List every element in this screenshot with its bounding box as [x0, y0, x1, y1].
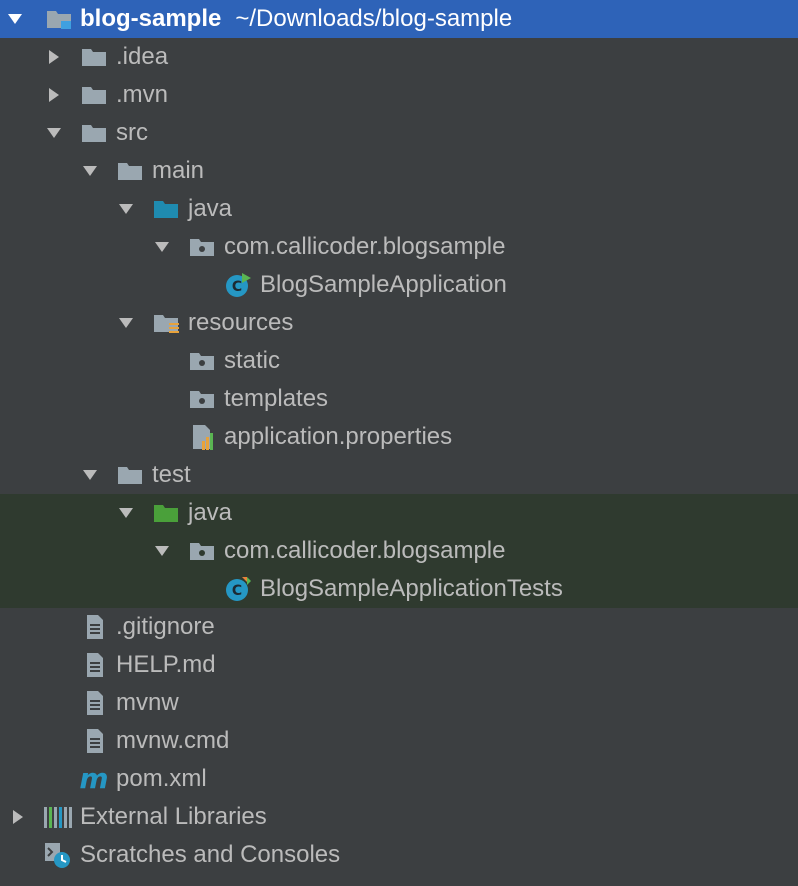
tree-row-test-class[interactable]: C BlogSampleApplicationTests	[0, 570, 798, 608]
tree-row-main-package[interactable]: com.callicoder.blogsample	[0, 228, 798, 266]
folder-icon	[187, 380, 217, 418]
project-tree: blog-sample ~/Downloads/blog-sample .idea…	[0, 0, 798, 886]
tree-label: static	[224, 347, 281, 374]
tree-row-static[interactable]: static	[0, 342, 798, 380]
properties-file-icon	[187, 418, 217, 456]
chevron-down-icon[interactable]	[80, 456, 100, 494]
tree-row-gitignore[interactable]: .gitignore	[0, 608, 798, 646]
tree-label: mvnw.cmd	[116, 727, 230, 754]
tree-label: java	[188, 499, 233, 526]
tree-row-resources[interactable]: resources	[0, 304, 798, 342]
chevron-down-icon[interactable]	[44, 114, 64, 152]
text-file-icon	[79, 684, 109, 722]
chevron-right-icon[interactable]	[44, 38, 64, 76]
tree-label: .mvn	[116, 81, 169, 108]
tree-label: test	[152, 461, 191, 488]
resources-folder-icon	[151, 304, 181, 342]
tree-row-pom[interactable]: m pom.xml	[0, 760, 798, 798]
chevron-down-icon[interactable]	[152, 228, 172, 266]
tree-label: com.callicoder.blogsample	[224, 537, 506, 564]
folder-icon	[115, 456, 145, 494]
tree-label: application.properties	[224, 423, 453, 450]
folder-icon	[79, 114, 109, 152]
tree-label: templates	[224, 385, 329, 412]
folder-icon	[79, 38, 109, 76]
tree-label: BlogSampleApplication	[260, 271, 507, 298]
tree-row-main[interactable]: main	[0, 152, 798, 190]
maven-icon: m	[79, 760, 109, 798]
tree-row-mvnw[interactable]: mvnw	[0, 684, 798, 722]
package-icon	[187, 532, 217, 570]
chevron-down-icon[interactable]	[116, 304, 136, 342]
scratches-icon	[43, 836, 73, 874]
tree-label: Scratches and Consoles	[80, 841, 341, 868]
tree-label: com.callicoder.blogsample	[224, 233, 506, 260]
tree-label: HELP.md	[116, 651, 216, 678]
tree-label: resources	[188, 309, 294, 336]
folder-icon	[79, 76, 109, 114]
tree-label: mvnw	[116, 689, 179, 716]
svg-text:m: m	[79, 762, 108, 795]
root-path: ~/Downloads/blog-sample	[235, 5, 513, 32]
tree-row-idea[interactable]: .idea	[0, 38, 798, 76]
tree-label: java	[188, 195, 233, 222]
text-file-icon	[79, 608, 109, 646]
tree-label: src	[116, 119, 148, 146]
chevron-right-icon[interactable]	[8, 798, 28, 836]
chevron-down-icon[interactable]	[152, 532, 172, 570]
chevron-down-icon[interactable]	[5, 0, 25, 38]
tree-label: BlogSampleApplicationTests	[260, 575, 563, 602]
chevron-down-icon[interactable]	[116, 494, 136, 532]
test-class-icon: C	[223, 570, 253, 608]
tree-row-src[interactable]: src	[0, 114, 798, 152]
chevron-down-icon[interactable]	[80, 152, 100, 190]
tree-row-mvn[interactable]: .mvn	[0, 76, 798, 114]
root-name: blog-sample	[80, 5, 222, 32]
libraries-icon	[43, 798, 73, 836]
tree-row-external-libraries[interactable]: External Libraries	[0, 798, 798, 836]
svg-text:C: C	[232, 583, 242, 599]
tree-label: main	[152, 157, 205, 184]
tree-row-templates[interactable]: templates	[0, 380, 798, 418]
tree-row-test[interactable]: test	[0, 456, 798, 494]
tree-row-main-class[interactable]: C BlogSampleApplication	[0, 266, 798, 304]
text-file-icon	[79, 646, 109, 684]
test-folder-icon	[151, 494, 181, 532]
tree-label: pom.xml	[116, 765, 207, 792]
folder-icon	[115, 152, 145, 190]
tree-row-help[interactable]: HELP.md	[0, 646, 798, 684]
chevron-down-icon[interactable]	[116, 190, 136, 228]
package-icon	[187, 228, 217, 266]
source-folder-icon	[151, 190, 181, 228]
tree-label: .gitignore	[116, 613, 215, 640]
tree-row-main-java[interactable]: java	[0, 190, 798, 228]
folder-icon	[187, 342, 217, 380]
tree-row-test-java[interactable]: java	[0, 494, 798, 532]
chevron-right-icon[interactable]	[44, 76, 64, 114]
tree-row-blog-sample[interactable]: blog-sample ~/Downloads/blog-sample	[0, 0, 798, 38]
tree-row-properties[interactable]: application.properties	[0, 418, 798, 456]
tree-label: External Libraries	[80, 803, 267, 830]
tree-row-scratches[interactable]: Scratches and Consoles	[0, 836, 798, 874]
module-folder-icon	[44, 0, 74, 38]
spring-boot-class-icon: C	[223, 266, 253, 304]
text-file-icon	[79, 722, 109, 760]
svg-text:C: C	[232, 279, 242, 295]
tree-label: .idea	[116, 43, 169, 70]
tree-row-test-package[interactable]: com.callicoder.blogsample	[0, 532, 798, 570]
tree-row-mvnw-cmd[interactable]: mvnw.cmd	[0, 722, 798, 760]
